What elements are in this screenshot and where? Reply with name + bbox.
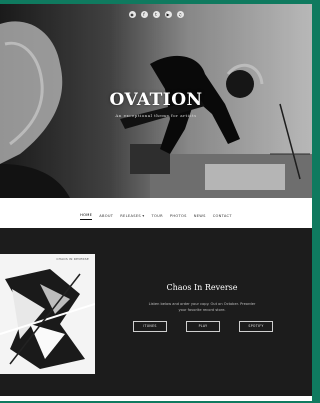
soundcloud-icon[interactable]: ♫ bbox=[176, 11, 184, 18]
site-tagline: An exceptional theme for artists bbox=[115, 113, 197, 118]
nav-item-releases[interactable]: Releases ▾ bbox=[120, 212, 144, 220]
site-title[interactable]: OVATION bbox=[0, 90, 312, 110]
itunes-button[interactable]: iTunes bbox=[133, 321, 167, 332]
nav-item-home[interactable]: Home bbox=[80, 211, 93, 220]
nav-item-about[interactable]: About bbox=[99, 212, 113, 220]
nav-item-photos[interactable]: Photos bbox=[170, 212, 187, 220]
album-cover[interactable]: CHAOS IN REVERSE bbox=[0, 254, 95, 374]
hero-banner: ◉ f t ▶ ♫ OVATION An exceptional theme f… bbox=[0, 4, 312, 198]
instagram-icon[interactable]: ◉ bbox=[128, 11, 136, 18]
release-buttons: iTunes Play Spotify bbox=[133, 321, 273, 332]
album-cover-label: CHAOS IN REVERSE bbox=[56, 257, 89, 261]
featured-release: CHAOS IN REVERSE Chaos In Reverse Listen… bbox=[0, 228, 312, 396]
release-description: Listen below and order your copy. Out on… bbox=[112, 301, 292, 313]
nav-item-tour[interactable]: Tour bbox=[152, 212, 163, 220]
page-frame: ◉ f t ▶ ♫ OVATION An exceptional theme f… bbox=[0, 4, 312, 401]
nav-item-news[interactable]: News bbox=[194, 212, 206, 220]
social-links: ◉ f t ▶ ♫ bbox=[0, 11, 312, 18]
release-title: Chaos In Reverse bbox=[166, 283, 238, 292]
twitter-icon[interactable]: t bbox=[152, 11, 160, 18]
release-description-line: your favorite record store. bbox=[178, 308, 226, 312]
main-navigation: Home About Releases ▾ Tour Photos News C… bbox=[0, 203, 312, 229]
facebook-icon[interactable]: f bbox=[140, 11, 148, 18]
play-button[interactable]: Play bbox=[186, 321, 220, 332]
nav-item-contact[interactable]: Contact bbox=[213, 212, 232, 220]
album-art bbox=[0, 254, 95, 374]
youtube-icon[interactable]: ▶ bbox=[164, 11, 172, 18]
spotify-button[interactable]: Spotify bbox=[239, 321, 273, 332]
